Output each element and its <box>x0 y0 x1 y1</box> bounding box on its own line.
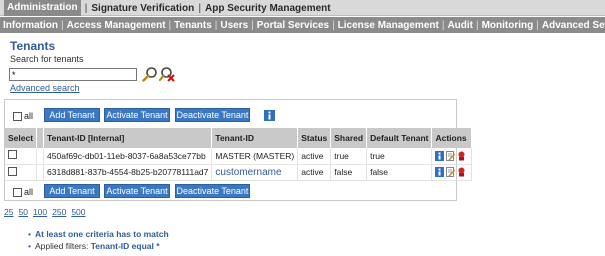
subnav-monitoring[interactable]: Monitoring <box>482 20 534 31</box>
status-cell: active <box>297 148 332 165</box>
filters-note: • Applied filters: Tenant-ID equal * <box>28 241 160 251</box>
nav-app-security-management[interactable]: App Security Management <box>205 3 331 14</box>
actions-cell <box>431 148 473 165</box>
add-tenant-button[interactable]: Add Tenant <box>44 108 100 122</box>
subnav-tenants[interactable]: Tenants <box>174 20 212 31</box>
nav-separator: | <box>536 19 539 31</box>
subnav-access-management[interactable]: Access Management <box>67 20 166 31</box>
page-size-250[interactable]: 250 <box>52 207 66 217</box>
select-all-bottom: all <box>13 187 33 197</box>
col-blank <box>36 128 45 148</box>
subnav-license-management[interactable]: License Management <box>338 20 439 31</box>
nav-separator: | <box>198 2 201 14</box>
details-icon[interactable] <box>435 167 445 178</box>
deactivate-tenant-button[interactable]: Deactivate Tenant <box>175 108 250 122</box>
select-all-checkbox[interactable] <box>13 187 22 197</box>
info-icon[interactable] <box>264 110 275 121</box>
col-shared: Shared <box>330 128 368 148</box>
search-icon[interactable] <box>142 66 158 82</box>
nav-separator: | <box>214 19 218 31</box>
status-cell: active <box>297 164 332 181</box>
internal-id-cell: 6318d881-837b-4554-8b25-b20778111ad7 <box>43 164 213 181</box>
subnav-information[interactable]: Information <box>3 20 58 31</box>
page-size-100[interactable]: 100 <box>33 207 47 217</box>
row-blank-cell <box>36 164 45 181</box>
page-size-500[interactable]: 500 <box>71 207 85 217</box>
criteria-note: • At least one criteria has to match <box>28 229 169 239</box>
bullet-icon: • <box>28 229 31 239</box>
subnav-advanced-settings[interactable]: Advanced Settings <box>542 20 605 31</box>
subnav-users[interactable]: Users <box>220 20 248 31</box>
shared-cell: true <box>330 148 368 165</box>
nav-signature-verification[interactable]: Signature Verification <box>91 3 194 14</box>
subnav-portal-services[interactable]: Portal Services <box>257 20 329 31</box>
edit-icon[interactable] <box>446 151 456 162</box>
filters-value: Tenant-ID equal * <box>90 241 160 251</box>
page-subtitle: Search for tenants <box>10 54 84 64</box>
row-checkbox[interactable] <box>8 150 17 160</box>
select-all-label: all <box>24 111 34 121</box>
table-header-row: Select Tenant-ID [Internal] Tenant-ID St… <box>5 128 473 148</box>
nav-separator: | <box>168 19 172 31</box>
col-tenant-id: Tenant-ID <box>211 128 299 148</box>
nav-separator: | <box>84 2 88 14</box>
clear-search-icon[interactable] <box>159 66 175 82</box>
shared-cell: false <box>330 164 368 181</box>
activate-tenant-button[interactable]: Activate Tenant <box>104 108 170 122</box>
row-select-cell <box>5 148 38 165</box>
default-cell: false <box>366 164 433 181</box>
nav-separator: | <box>332 19 335 31</box>
nav-administration[interactable]: Administration <box>4 0 81 16</box>
table-row: 6318d881-837b-4554-8b25-b20778111ad7 cus… <box>5 164 473 181</box>
row-select-cell <box>5 164 38 181</box>
nav-separator: | <box>61 19 64 31</box>
tenant-id-cell: MASTER (MASTER) <box>211 148 299 165</box>
actions-cell <box>431 164 473 181</box>
internal-id-cell: 450af69c-db01-11eb-8037-6a8a53ce77bb <box>43 148 213 165</box>
sub-nav: Information | Access Management | Tenant… <box>0 17 605 33</box>
delete-icon[interactable] <box>457 151 466 161</box>
page-size-50[interactable]: 50 <box>18 207 27 217</box>
tenant-id-cell[interactable]: customername <box>211 164 299 181</box>
add-tenant-button[interactable]: Add Tenant <box>44 184 100 198</box>
tenant-table: Select Tenant-ID [Internal] Tenant-ID St… <box>5 128 473 181</box>
tenant-table-panel: all Add Tenant Activate Tenant Deactivat… <box>4 99 473 201</box>
page-size-25[interactable]: 25 <box>4 207 13 217</box>
deactivate-tenant-button[interactable]: Deactivate Tenant <box>175 184 250 198</box>
bullet-icon: • <box>28 241 31 251</box>
subnav-audit[interactable]: Audit <box>447 20 473 31</box>
select-all-label: all <box>24 187 34 197</box>
table-row: 450af69c-db01-11eb-8037-6a8a53ce77bb MAS… <box>5 148 473 165</box>
row-blank-cell <box>36 148 45 165</box>
page-title: Tenants <box>10 39 56 53</box>
col-select: Select <box>5 128 38 148</box>
nav-separator: | <box>475 19 479 31</box>
col-status: Status <box>297 128 332 148</box>
search-input[interactable] <box>9 68 137 81</box>
advanced-search-link[interactable]: Advanced search <box>10 83 80 93</box>
row-checkbox[interactable] <box>8 166 17 176</box>
criteria-text: At least one criteria has to match <box>34 229 169 239</box>
filters-label: Applied filters: <box>34 241 89 251</box>
top-nav: Administration | Signature Verification … <box>0 0 605 16</box>
default-cell: true <box>366 148 433 165</box>
select-all-top: all <box>13 111 33 121</box>
col-actions: Actions <box>431 128 473 148</box>
delete-icon[interactable] <box>457 167 466 177</box>
nav-separator: | <box>251 19 254 31</box>
activate-tenant-button[interactable]: Activate Tenant <box>104 184 170 198</box>
select-all-checkbox[interactable] <box>13 111 22 121</box>
edit-icon[interactable] <box>446 167 456 178</box>
col-default: Default Tenant <box>366 128 433 148</box>
nav-separator: | <box>441 19 445 31</box>
col-internal-id: Tenant-ID [Internal] <box>43 128 213 148</box>
page-size-selector: 25 50 100 250 500 <box>4 207 86 217</box>
details-icon[interactable] <box>435 151 445 162</box>
